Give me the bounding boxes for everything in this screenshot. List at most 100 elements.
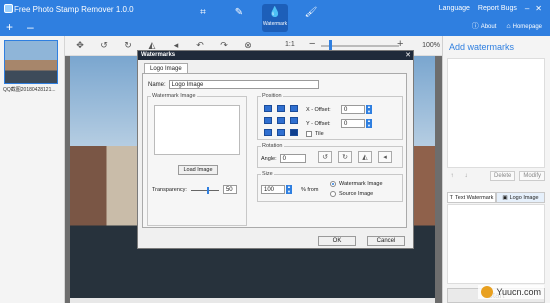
y-offset-input[interactable]: 0 bbox=[341, 119, 365, 128]
size-from-watermark-label: Watermark Image bbox=[339, 181, 383, 187]
remove-file-button[interactable]: – bbox=[27, 21, 34, 33]
angle-input[interactable]: 0 bbox=[279, 154, 306, 163]
rotate-ccw-icon: ↺ bbox=[322, 154, 328, 161]
tab-crop[interactable]: ⌗ bbox=[190, 4, 216, 32]
watermark-list[interactable] bbox=[447, 58, 545, 168]
position-center[interactable] bbox=[277, 117, 285, 124]
x-offset-row: X - Offset: 0 ▲ ▼ bbox=[306, 104, 372, 114]
dialog-close-button[interactable]: ✕ bbox=[405, 51, 411, 60]
transparency-slider[interactable] bbox=[190, 186, 219, 194]
rotate-right-icon: ↻ bbox=[124, 40, 132, 50]
file-thumbnail[interactable] bbox=[4, 40, 58, 84]
name-input[interactable]: Logo Image bbox=[168, 80, 319, 89]
about-link[interactable]: ⓘ About bbox=[472, 21, 497, 31]
watermark-list-actions: ↑ ↓ Delete Modify bbox=[447, 170, 545, 182]
move-tool-button[interactable]: ✥ bbox=[71, 38, 89, 54]
add-watermarks-title: Add watermarks bbox=[449, 42, 515, 52]
transparency-row: Transparency: 50 bbox=[152, 185, 237, 194]
app-logo-icon bbox=[4, 4, 13, 13]
transparency-input[interactable]: 50 bbox=[222, 185, 237, 194]
angle-label: Angle: bbox=[261, 155, 277, 162]
zoom-slider[interactable] bbox=[321, 45, 399, 47]
size-row: 100 ▲ ▼ % from bbox=[261, 184, 319, 194]
angle-row: Angle: 0 bbox=[261, 154, 306, 163]
title-bar: Free Photo Stamp Remover 1.0.0 ⌗ ✎ 💧 Wat… bbox=[0, 0, 550, 36]
tile-label: Tile bbox=[315, 131, 324, 137]
close-button[interactable]: ✕ bbox=[535, 4, 542, 13]
app-title: Free Photo Stamp Remover 1.0.0 bbox=[14, 5, 134, 14]
x-offset-spinner[interactable]: ▲ ▼ bbox=[366, 104, 372, 114]
crop-icon: ⌗ bbox=[200, 7, 206, 18]
homepage-link[interactable]: ⌂ Homepage bbox=[506, 23, 542, 30]
flip-h-icon: ◭ bbox=[362, 154, 368, 161]
position-bottom-right[interactable] bbox=[290, 129, 298, 136]
rotate-right-button[interactable]: ↻ bbox=[119, 38, 137, 54]
tab-watermark-label: Watermark bbox=[262, 21, 288, 27]
tab-watermark[interactable]: 💧 Watermark bbox=[262, 4, 288, 32]
load-image-button[interactable]: Load Image bbox=[178, 165, 218, 175]
name-row: Name: Logo Image bbox=[148, 80, 319, 89]
rotate-cw-button[interactable]: ↻ bbox=[338, 151, 352, 163]
y-offset-row: Y - Offset: 0 ▲ ▼ bbox=[306, 118, 372, 128]
position-top-left[interactable] bbox=[264, 105, 272, 112]
position-middle-left[interactable] bbox=[264, 117, 272, 124]
tab-brush[interactable]: 🖌 bbox=[298, 4, 324, 32]
x-offset-label: X - Offset: bbox=[306, 106, 331, 113]
move-up-button[interactable]: ↑ bbox=[447, 173, 457, 179]
x-offset-input[interactable]: 0 bbox=[341, 105, 365, 114]
flip-v-button[interactable]: ◂ bbox=[378, 151, 392, 163]
transparency-slider-handle[interactable] bbox=[206, 186, 209, 194]
watermark-type-tabs: T Text Watermark ▣ Logo Image bbox=[447, 192, 545, 203]
position-top-center[interactable] bbox=[277, 105, 285, 112]
move-down-button[interactable]: ↓ bbox=[461, 173, 471, 179]
rotation-group: Rotation Angle: 0 ↺ ↻ ◭ ◂ bbox=[257, 143, 403, 168]
size-from-source-radio[interactable] bbox=[330, 191, 336, 197]
zoom-out-button[interactable]: − bbox=[309, 38, 315, 50]
rotate-left-button[interactable]: ↺ bbox=[95, 38, 113, 54]
dialog-body: Name: Logo Image Watermark Image Load Im… bbox=[142, 73, 407, 228]
watermark-preview-area bbox=[447, 204, 545, 284]
mode-tabs: ⌗ ✎ 💧 Watermark 🖌 bbox=[190, 4, 324, 32]
rotate-ccw-button[interactable]: ↺ bbox=[318, 151, 332, 163]
file-controls: + – bbox=[6, 21, 34, 33]
size-from-watermark-radio[interactable] bbox=[330, 181, 336, 187]
flip-h-button[interactable]: ◭ bbox=[358, 151, 372, 163]
language-link[interactable]: Language bbox=[439, 5, 470, 12]
logo-image-button[interactable]: ▣ Logo Image bbox=[496, 192, 545, 203]
minimize-button[interactable]: – bbox=[525, 4, 529, 13]
add-file-button[interactable]: + bbox=[6, 21, 13, 33]
flip-v-icon: ◂ bbox=[383, 154, 387, 161]
y-offset-spinner[interactable]: ▲ ▼ bbox=[366, 118, 372, 128]
horizontal-scrollbar[interactable] bbox=[70, 298, 435, 303]
position-grid bbox=[264, 105, 298, 136]
y-offset-label: Y - Offset: bbox=[306, 120, 331, 127]
file-thumbnail-label: QQ截图20180428121... bbox=[3, 87, 56, 93]
zoom-ratio-button[interactable]: 1:1 bbox=[285, 41, 295, 48]
delete-button[interactable]: Delete bbox=[489, 171, 516, 181]
text-watermark-button[interactable]: T Text Watermark bbox=[447, 192, 496, 203]
size-input[interactable]: 100 bbox=[261, 185, 285, 194]
position-bottom-left[interactable] bbox=[264, 129, 272, 136]
zoom-in-button[interactable]: + bbox=[397, 38, 403, 50]
tab-logo-image[interactable]: Logo Image bbox=[144, 63, 188, 73]
ok-button[interactable]: OK bbox=[318, 236, 356, 246]
yuucn-logo-icon bbox=[481, 286, 494, 298]
position-top-right[interactable] bbox=[290, 105, 298, 112]
position-middle-right[interactable] bbox=[290, 117, 298, 124]
position-group: Position X - Offset: 0 ▲ ▼ Y - Offset: 0… bbox=[257, 93, 403, 140]
tile-checkbox[interactable] bbox=[306, 131, 312, 137]
report-bugs-link[interactable]: Report Bugs bbox=[478, 5, 517, 12]
homepage-label: Homepage bbox=[512, 23, 542, 30]
name-label: Name: bbox=[148, 81, 166, 88]
size-spinner[interactable]: ▲ ▼ bbox=[286, 184, 292, 194]
size-unit-label: % from bbox=[301, 186, 319, 193]
watermark-icon: 💧 bbox=[268, 7, 282, 18]
rotate-cw-icon: ↻ bbox=[342, 154, 348, 161]
size-from-source-row: Source Image bbox=[330, 191, 373, 197]
size-from-source-label: Source Image bbox=[339, 191, 374, 197]
modify-button[interactable]: Modify bbox=[519, 171, 545, 181]
home-icon: ⌂ bbox=[506, 22, 511, 30]
tab-eraser[interactable]: ✎ bbox=[226, 4, 252, 32]
cancel-button[interactable]: Cancel bbox=[367, 236, 405, 246]
position-bottom-center[interactable] bbox=[277, 129, 285, 136]
